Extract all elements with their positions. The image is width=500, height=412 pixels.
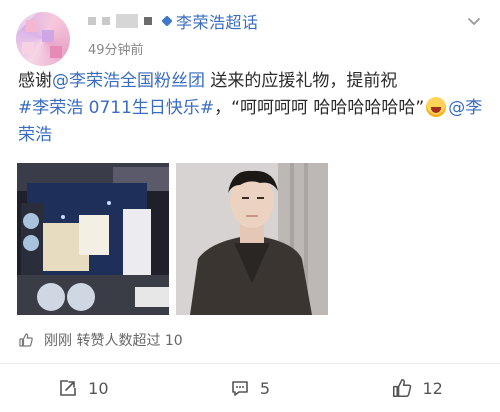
like-count: 12 bbox=[422, 378, 443, 398]
like-button[interactable]: 12 bbox=[333, 364, 500, 412]
engagement-note: 刚刚 转赞人数超过 10 bbox=[18, 330, 183, 350]
post-header: 李荣浩超话 49分钟前 bbox=[0, 0, 500, 70]
blurred-username-part bbox=[144, 17, 152, 25]
engagement-note-text: 刚刚 转赞人数超过 10 bbox=[44, 333, 183, 349]
post-text: 感谢@李荣浩全国粉丝团 送来的应援礼物，提前祝 #李荣浩 0711生日快乐#，“… bbox=[18, 68, 488, 149]
user-avatar[interactable] bbox=[16, 12, 70, 66]
thumbs-up-icon bbox=[392, 378, 411, 398]
comment-count: 5 bbox=[259, 378, 271, 398]
blurred-username-part bbox=[116, 14, 138, 28]
post-text-prefix: 感谢 bbox=[18, 71, 52, 91]
post-text-mid: 送来的应援礼物，提前祝 bbox=[205, 71, 398, 91]
mention-fan-group-link[interactable]: @李荣浩全国粉丝团 bbox=[52, 71, 205, 91]
comment-icon bbox=[232, 381, 248, 396]
repost-count: 10 bbox=[88, 378, 109, 398]
blurred-username-part bbox=[88, 17, 96, 25]
portrait-photo[interactable] bbox=[176, 163, 328, 315]
comment-button[interactable]: 5 bbox=[167, 364, 334, 412]
super-topic-link[interactable]: 李荣浩超话 bbox=[176, 9, 259, 33]
post-text-quote: ，“呵呵呵呵 哈哈哈哈哈哈” bbox=[214, 98, 425, 118]
gift-box-photo[interactable] bbox=[17, 163, 169, 315]
action-bar: 10 5 12 bbox=[0, 364, 500, 412]
name-row: 李荣浩超话 bbox=[88, 10, 259, 32]
post-timestamp: 49分钟前 bbox=[88, 43, 144, 58]
repost-button[interactable]: 10 bbox=[0, 364, 167, 412]
laughing-emoji-icon bbox=[426, 97, 447, 117]
repost-icon bbox=[60, 380, 76, 396]
hashtag-link[interactable]: #李荣浩 0711生日快乐# bbox=[18, 98, 214, 118]
blurred-username-part bbox=[102, 17, 110, 25]
super-topic-icon bbox=[161, 15, 173, 27]
chevron-down-icon[interactable] bbox=[466, 14, 482, 30]
portrait-illustration bbox=[176, 163, 328, 315]
gift-box-illustration bbox=[17, 163, 169, 315]
thumbs-up-icon bbox=[19, 333, 33, 347]
